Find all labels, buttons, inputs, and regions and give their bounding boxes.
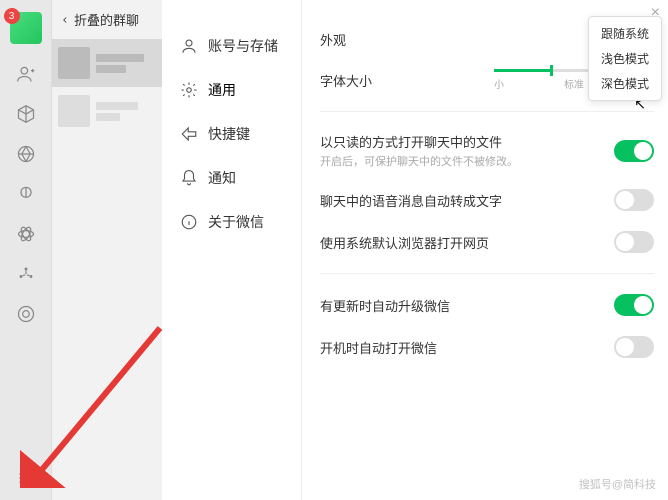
toggle-readonly[interactable] (614, 140, 654, 162)
chat-item[interactable] (52, 87, 162, 135)
appearance-dropdown: 跟随系统 浅色模式 深色模式 (588, 16, 662, 101)
setting-readonly: 以只读的方式打开聊天中的文件 开启后，可保护聊天中的文件不被修改。 (320, 122, 654, 179)
menu-label: 通知 (208, 168, 236, 188)
setting-autoupdate: 有更新时自动升级微信 (320, 284, 654, 326)
menu-icon[interactable] (16, 468, 36, 488)
menu-notifications[interactable]: 通知 (162, 156, 301, 200)
menu-account[interactable]: 账号与存储 (162, 24, 301, 68)
watermark: 搜狐号@简科技 (579, 476, 656, 492)
setting-label: 使用系统默认浏览器打开网页 (320, 233, 489, 252)
slider-min: 小 (494, 76, 504, 91)
aperture-icon[interactable] (16, 144, 36, 164)
setting-sub: 开启后，可保护聊天中的文件不被修改。 (320, 153, 518, 169)
unread-badge: 3 (4, 8, 20, 24)
toggle-voicetotext[interactable] (614, 189, 654, 211)
contacts-icon[interactable] (16, 64, 36, 84)
menu-general[interactable]: 通用 (162, 68, 301, 112)
chat-avatar (58, 47, 90, 79)
dropdown-follow-system[interactable]: 跟随系统 (589, 21, 661, 46)
atom-icon[interactable] (16, 224, 36, 244)
menu-label: 快捷键 (208, 124, 250, 144)
menu-shortcuts[interactable]: 快捷键 (162, 112, 301, 156)
menu-label: 关于微信 (208, 212, 264, 232)
setting-label: 外观 (320, 30, 346, 49)
slider-mid: 标准 (564, 76, 584, 91)
dropdown-light[interactable]: 浅色模式 (589, 46, 661, 71)
chat-list: 折叠的群聊 (52, 0, 162, 500)
setting-label: 有更新时自动升级微信 (320, 296, 450, 315)
butterfly-icon[interactable] (16, 184, 36, 204)
setting-browser: 使用系统默认浏览器打开网页 (320, 221, 654, 263)
toggle-autostart[interactable] (614, 336, 654, 358)
setting-label: 字体大小 (320, 71, 372, 90)
link-icon[interactable] (16, 304, 36, 324)
setting-autostart: 开机时自动打开微信 (320, 326, 654, 368)
setting-label: 聊天中的语音消息自动转成文字 (320, 191, 502, 210)
chat-list-title: 折叠的群聊 (74, 10, 139, 29)
menu-about[interactable]: 关于微信 (162, 200, 301, 244)
toggle-autoupdate[interactable] (614, 294, 654, 316)
setting-label: 以只读的方式打开聊天中的文件 (320, 132, 518, 151)
chat-list-header[interactable]: 折叠的群聊 (52, 0, 162, 39)
setting-label: 开机时自动打开微信 (320, 338, 437, 357)
sidebar: 3 (0, 0, 52, 500)
sparkle-icon[interactable] (16, 264, 36, 284)
chat-avatar (58, 95, 90, 127)
menu-label: 通用 (208, 80, 236, 100)
settings-menu: 账号与存储 通用 快捷键 通知 关于微信 (162, 0, 302, 500)
cube-icon[interactable] (16, 104, 36, 124)
avatar[interactable]: 3 (10, 12, 42, 44)
settings-panel: × 外观 字体大小 小 标准 大 以只读的方式打开聊天中的文件 开启后，可保护聊… (302, 0, 668, 500)
menu-label: 账号与存储 (208, 36, 278, 56)
toggle-browser[interactable] (614, 231, 654, 253)
dropdown-dark[interactable]: 深色模式 (589, 71, 661, 96)
chat-item[interactable] (52, 39, 162, 87)
setting-voicetotext: 聊天中的语音消息自动转成文字 (320, 179, 654, 221)
